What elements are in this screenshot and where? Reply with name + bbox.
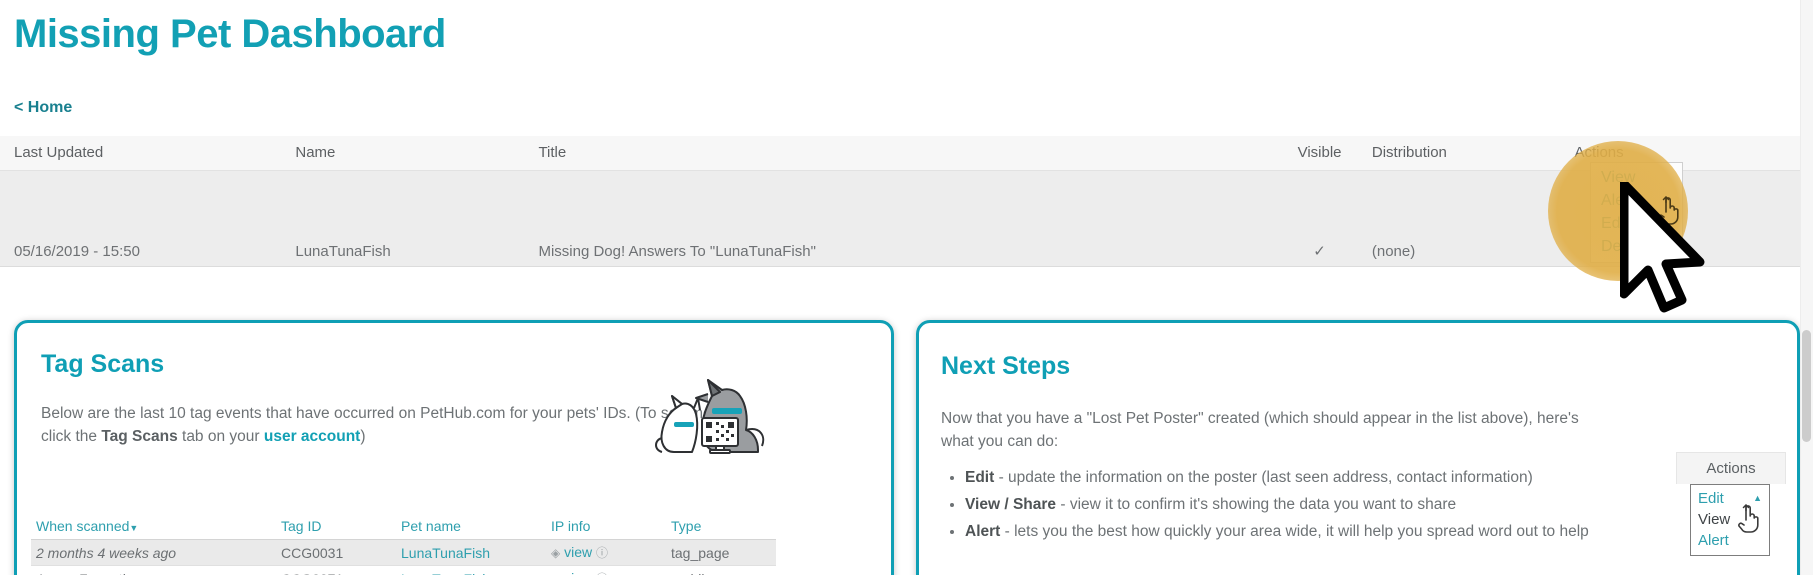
page-title: Missing Pet Dashboard bbox=[14, 12, 446, 56]
actions-tooltip: Actions bbox=[1676, 452, 1786, 484]
scan-cell-ip-info[interactable]: ◈ view ⓘ bbox=[546, 539, 666, 566]
cell-last-updated: 05/16/2019 - 15:50 bbox=[0, 170, 290, 267]
next-steps-heading: Next Steps bbox=[941, 352, 1071, 380]
next-steps-intro-line2: what you can do: bbox=[941, 433, 1059, 450]
scan-cell-ip-info[interactable]: ◈ view ⓘ bbox=[546, 565, 666, 575]
scan-column-pet-name[interactable]: Pet name bbox=[396, 514, 546, 540]
tag-scans-tab-label: Tag Scans bbox=[101, 428, 178, 445]
next-steps-intro-line1: Now that you have a "Lost Pet Poster" cr… bbox=[941, 410, 1579, 427]
info-icon: ⓘ bbox=[596, 546, 609, 560]
list-item: 2 months 4 weeks ago CCG0031 LunaTunaFis… bbox=[31, 539, 776, 566]
next-steps-item-alert: Alert - lets you the best how quickly yo… bbox=[965, 520, 1797, 543]
next-steps-item-edit: Edit - update the information on the pos… bbox=[965, 466, 1797, 489]
next-steps-item-alert-desc: - lets you the best how quickly your are… bbox=[1000, 523, 1589, 540]
next-steps-item-view-desc: - view it to confirm it's showing the da… bbox=[1056, 496, 1457, 513]
cell-visible-checkmark: ✓ bbox=[1273, 170, 1366, 267]
actions-tooltip-label: Actions bbox=[1706, 460, 1756, 477]
sort-descending-icon: ▼ bbox=[129, 523, 139, 533]
scan-column-when[interactable]: When scanned▼ bbox=[31, 514, 276, 540]
cell-distribution: (none) bbox=[1365, 170, 1569, 267]
scan-cell-type: mobile bbox=[666, 565, 776, 575]
scan-cell-type: tag_page bbox=[666, 539, 776, 566]
poster-table-header-row: Last Updated Name Title Visible Distribu… bbox=[0, 136, 1800, 171]
next-steps-item-view-share: View / Share - view it to confirm it's s… bbox=[965, 493, 1797, 516]
scan-ip-view-link[interactable]: view bbox=[564, 544, 592, 560]
tag-scans-intro-line1: Below are the last 10 tag events that ha… bbox=[41, 405, 730, 422]
scan-column-when-label: When scanned bbox=[36, 518, 130, 534]
actions-option-alert-label: Alert bbox=[1698, 532, 1729, 549]
scan-column-type[interactable]: Type bbox=[666, 514, 776, 540]
page-root: Missing Pet Dashboard < Home Last Update… bbox=[0, 0, 1813, 575]
actions-option-edit-label: Edit bbox=[1698, 490, 1724, 507]
next-steps-item-edit-desc: - update the information on the poster (… bbox=[994, 469, 1533, 486]
column-header-name[interactable]: Name bbox=[289, 136, 533, 171]
home-breadcrumb-link[interactable]: < Home bbox=[14, 99, 72, 117]
scan-cell-tag-id: CCG0031 bbox=[276, 539, 396, 566]
cell-name: LunaTunaFish bbox=[289, 170, 533, 267]
pointing-hand-icon bbox=[1738, 504, 1759, 533]
tag-scans-intro-post: ) bbox=[360, 428, 366, 445]
tag-scans-intro-mid: tab on your bbox=[177, 428, 264, 445]
scan-cell-pet-name[interactable]: LunaTunaFish bbox=[396, 565, 546, 575]
scan-cell-tag-id: CCG0071 bbox=[276, 565, 396, 575]
user-account-link[interactable]: user account bbox=[264, 428, 360, 445]
column-header-title[interactable]: Title bbox=[532, 136, 1274, 171]
tag-scans-table: When scanned▼ Tag ID Pet name IP info Ty… bbox=[31, 514, 776, 575]
list-item: 1 year 7 months ago CCG0071 LunaTunaFish… bbox=[31, 565, 776, 575]
tag-scans-intro-pre: click the bbox=[41, 428, 102, 445]
scan-column-ip-info[interactable]: IP info bbox=[546, 514, 666, 540]
tag-scans-header-row: When scanned▼ Tag ID Pet name IP info Ty… bbox=[31, 514, 776, 540]
scan-column-tag-id[interactable]: Tag ID bbox=[276, 514, 396, 540]
poster-table: Last Updated Name Title Visible Distribu… bbox=[0, 136, 1800, 267]
pets-with-qr-monitor-illustration bbox=[655, 379, 765, 454]
mouse-cursor-arrow bbox=[1620, 182, 1705, 313]
column-header-visible[interactable]: Visible bbox=[1273, 136, 1366, 171]
next-steps-list: Edit - update the information on the pos… bbox=[965, 466, 1797, 543]
next-steps-item-edit-label: Edit bbox=[965, 469, 995, 486]
scan-cell-pet-name[interactable]: LunaTunaFish bbox=[396, 539, 546, 566]
column-header-distribution[interactable]: Distribution bbox=[1365, 136, 1569, 171]
actions-option-view-label: View bbox=[1698, 511, 1731, 528]
next-steps-intro: Now that you have a "Lost Pet Poster" cr… bbox=[941, 407, 1681, 453]
vertical-scrollbar-thumb[interactable] bbox=[1802, 330, 1811, 442]
scan-cell-when: 1 year 7 months ago bbox=[31, 565, 276, 575]
column-header-last-updated[interactable]: Last Updated bbox=[0, 136, 290, 171]
next-steps-item-view-label: View / Share bbox=[965, 496, 1057, 513]
globe-icon: ◈ bbox=[551, 546, 561, 560]
cell-title: Missing Dog! Answers To "LunaTunaFish" bbox=[532, 170, 1274, 267]
table-row: 05/16/2019 - 15:50 LunaTunaFish Missing … bbox=[0, 170, 1800, 267]
scan-ip-view-link[interactable]: view bbox=[564, 570, 592, 575]
scan-cell-when: 2 months 4 weeks ago bbox=[31, 539, 276, 566]
vertical-scrollbar-track[interactable] bbox=[1800, 0, 1813, 575]
next-steps-panel: Next Steps Now that you have a "Lost Pet… bbox=[916, 320, 1800, 575]
next-steps-item-alert-label: Alert bbox=[965, 523, 1001, 540]
